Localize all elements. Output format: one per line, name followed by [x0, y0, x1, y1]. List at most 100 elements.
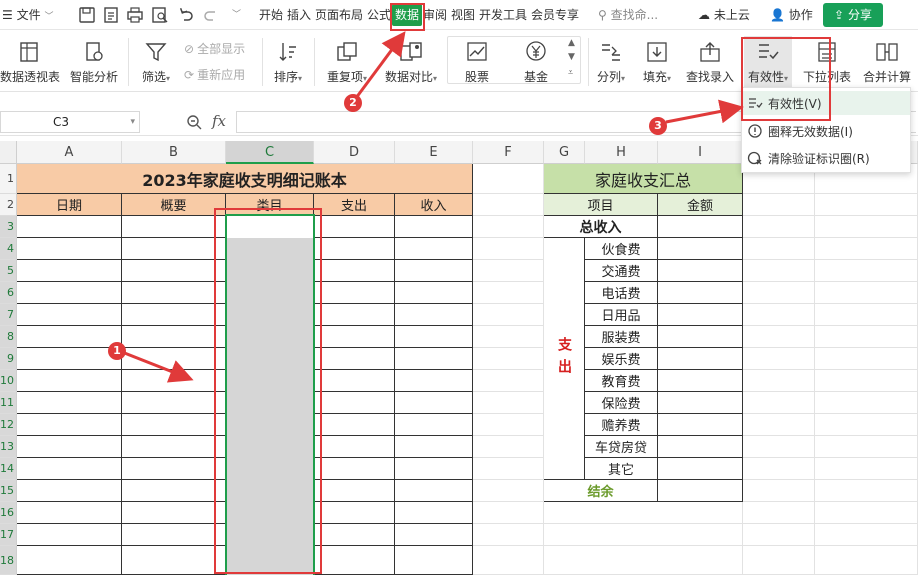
sheet-cell[interactable]	[815, 392, 918, 414]
sheet-cell[interactable]	[743, 370, 815, 392]
ledger-cell[interactable]	[17, 216, 122, 238]
ledger-cell[interactable]	[17, 260, 122, 282]
ledger-cell[interactable]	[314, 326, 395, 348]
expense-item[interactable]: 车贷房贷	[585, 436, 658, 458]
sheet-cell[interactable]	[473, 164, 544, 194]
row-header[interactable]: 15	[0, 480, 17, 502]
column-header[interactable]: D	[314, 141, 395, 164]
sheet-cell[interactable]	[743, 524, 815, 546]
sheet-cell[interactable]	[743, 414, 815, 436]
row-header[interactable]: 5	[0, 260, 17, 282]
tab-developer[interactable]: 开发工具	[479, 0, 527, 30]
ledger-header-cell[interactable]: 支出	[314, 194, 395, 216]
column-header[interactable]: G	[544, 141, 585, 164]
ledger-cell[interactable]	[17, 524, 122, 546]
ledger-cell[interactable]	[395, 304, 473, 326]
print-preview-icon[interactable]	[151, 6, 169, 24]
sheet-cell[interactable]	[815, 348, 918, 370]
expense-item[interactable]: 服装费	[585, 326, 658, 348]
menu-item-clear-circles[interactable]: 清除验证标识圈(R)	[742, 146, 910, 170]
save-icon[interactable]	[78, 6, 96, 24]
ledger-cell[interactable]	[395, 436, 473, 458]
expense-amount[interactable]	[658, 282, 743, 304]
ledger-cell[interactable]	[314, 238, 395, 260]
sheet-cell[interactable]	[473, 216, 544, 238]
ledger-cell[interactable]	[314, 370, 395, 392]
ledger-cell[interactable]	[122, 238, 226, 260]
expense-amount[interactable]	[658, 436, 743, 458]
expense-amount[interactable]	[658, 304, 743, 326]
ledger-cell[interactable]	[314, 546, 395, 575]
pivot-table-button[interactable]: 数据透视表	[0, 38, 60, 85]
sheet-cell[interactable]	[743, 326, 815, 348]
row-header[interactable]: 11	[0, 392, 17, 414]
expense-item[interactable]: 交通费	[585, 260, 658, 282]
sheet-cell[interactable]	[815, 458, 918, 480]
ledger-cell[interactable]	[17, 304, 122, 326]
sheet-cell[interactable]	[743, 304, 815, 326]
sheet-cell[interactable]	[743, 392, 815, 414]
column-header[interactable]: E	[395, 141, 473, 164]
ledger-cell[interactable]	[122, 502, 226, 524]
ledger-cell[interactable]	[395, 326, 473, 348]
sheet-cell[interactable]	[473, 260, 544, 282]
sheet-cell[interactable]	[544, 524, 743, 546]
insert-function-icon[interactable]: fx	[212, 112, 226, 130]
sheet-cell[interactable]	[815, 502, 918, 524]
sheet-cell[interactable]	[815, 194, 918, 216]
ledger-cell[interactable]	[395, 480, 473, 502]
sheet-cell[interactable]	[743, 238, 815, 260]
expense-amount[interactable]	[658, 238, 743, 260]
ledger-cell[interactable]	[122, 216, 226, 238]
row-header[interactable]: 10	[0, 370, 17, 392]
sort-button[interactable]: 排序▾	[268, 38, 308, 87]
balance-value[interactable]	[658, 480, 743, 502]
ledger-cell[interactable]	[395, 348, 473, 370]
sheet-cell[interactable]	[815, 524, 918, 546]
ledger-cell[interactable]	[122, 370, 226, 392]
summary-header-item[interactable]: 项目	[544, 194, 658, 216]
expense-item[interactable]: 伙食费	[585, 238, 658, 260]
ledger-cell[interactable]	[17, 458, 122, 480]
expense-amount[interactable]	[658, 414, 743, 436]
ledger-cell[interactable]	[314, 216, 395, 238]
duplicates-button[interactable]: 重复项▾	[322, 38, 372, 87]
ledger-cell[interactable]	[395, 260, 473, 282]
tab-member[interactable]: 会员专享	[531, 0, 579, 30]
sheet-cell[interactable]	[815, 260, 918, 282]
sheet-cell[interactable]	[815, 326, 918, 348]
ledger-cell[interactable]	[314, 524, 395, 546]
stock-button[interactable]: 股票	[455, 38, 499, 85]
expense-label[interactable]: 支出	[544, 238, 585, 480]
sheet-cell[interactable]	[815, 546, 918, 575]
menu-item-circle-invalid[interactable]: 圈释无效数据(I)	[742, 119, 910, 143]
merge-calculation-button[interactable]: 合并计算	[858, 38, 916, 85]
ledger-title[interactable]: 2023年家庭收支明细记账本	[17, 164, 473, 194]
row-header[interactable]: 8	[0, 326, 17, 348]
ledger-cell[interactable]	[395, 546, 473, 575]
ledger-cell[interactable]	[314, 502, 395, 524]
ledger-cell[interactable]	[395, 238, 473, 260]
smart-analysis-button[interactable]: 智能分析	[68, 38, 120, 85]
sheet-cell[interactable]	[473, 370, 544, 392]
ledger-cell[interactable]	[122, 348, 226, 370]
ledger-cell[interactable]	[395, 458, 473, 480]
name-box[interactable]: C3 ▾	[0, 111, 140, 133]
export-pdf-icon[interactable]	[102, 6, 120, 24]
sheet-cell[interactable]	[815, 436, 918, 458]
column-header[interactable]: C	[226, 141, 314, 164]
sheet-cell[interactable]	[815, 216, 918, 238]
ledger-cell[interactable]	[17, 480, 122, 502]
ledger-cell[interactable]	[122, 304, 226, 326]
sheet-cell[interactable]	[473, 348, 544, 370]
ledger-cell[interactable]	[395, 392, 473, 414]
expense-amount[interactable]	[658, 326, 743, 348]
row-header[interactable]: 14	[0, 458, 17, 480]
ledger-cell[interactable]	[17, 502, 122, 524]
ledger-cell[interactable]	[122, 436, 226, 458]
ledger-cell[interactable]	[17, 282, 122, 304]
data-compare-button[interactable]: 数据对比▾	[380, 38, 442, 87]
sheet-cell[interactable]	[473, 458, 544, 480]
sheet-cell[interactable]	[473, 480, 544, 502]
sheet-cell[interactable]	[815, 304, 918, 326]
